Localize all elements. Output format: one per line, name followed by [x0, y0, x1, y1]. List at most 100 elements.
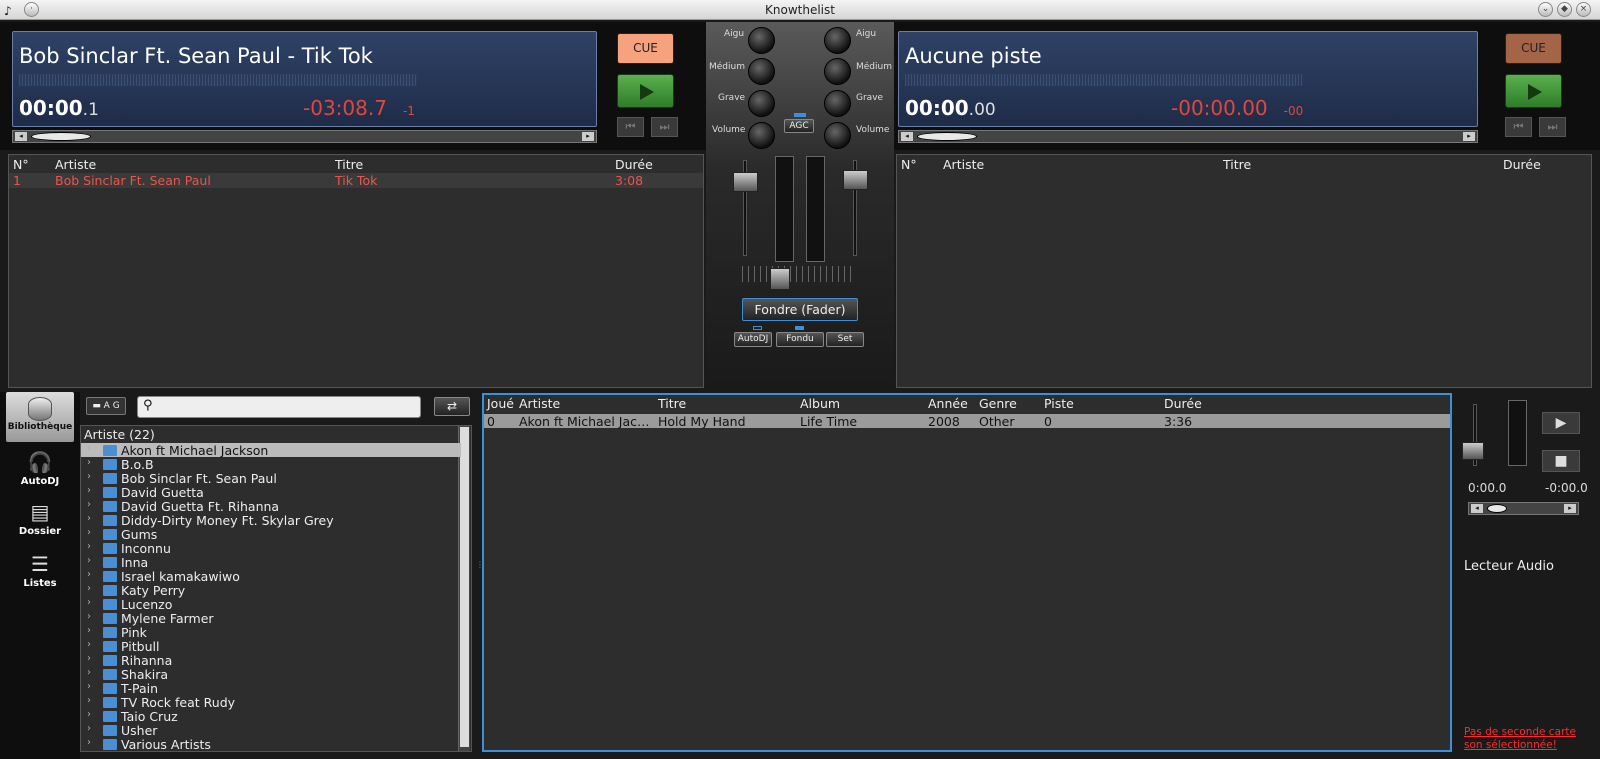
tree-item[interactable]: › Bob Sinclar Ft. Sean Paul: [81, 471, 461, 486]
left-medium-knob[interactable]: [748, 58, 775, 85]
tree-header[interactable]: Artiste (22): [84, 427, 155, 442]
col-title[interactable]: Titre: [1223, 157, 1251, 172]
expand-arrow-icon[interactable]: ›: [87, 723, 91, 734]
seek-right-arrow[interactable]: ▸: [1463, 132, 1475, 141]
col-no[interactable]: N°: [901, 157, 917, 172]
fader-button[interactable]: Fondre (Fader): [742, 298, 858, 321]
deck-right-next-button[interactable]: ⏭: [1539, 117, 1566, 137]
col-duration[interactable]: Durée: [1164, 396, 1202, 411]
preview-warning[interactable]: Pas de seconde carte son sélectionnée!: [1464, 726, 1594, 752]
expand-arrow-icon[interactable]: ›: [87, 639, 91, 650]
tree-item[interactable]: › Rihanna: [81, 653, 461, 668]
tree-item[interactable]: › T-Pain: [81, 681, 461, 696]
deck-left-playlist[interactable]: N° Artiste Titre Durée 1 Bob Sinclar Ft.…: [8, 154, 704, 388]
tree-item[interactable]: › Mylene Farmer: [81, 611, 461, 626]
search-input[interactable]: [160, 399, 415, 415]
seek-left-arrow[interactable]: ◂: [15, 132, 27, 141]
close-button[interactable]: ×: [1576, 2, 1591, 17]
tree-item[interactable]: › Taio Cruz: [81, 709, 461, 724]
deck-right-waveform[interactable]: [905, 74, 1303, 86]
seek-left-arrow[interactable]: ◂: [901, 132, 913, 141]
expand-arrow-icon[interactable]: ›: [87, 597, 91, 608]
col-artist[interactable]: Artiste: [943, 157, 984, 172]
right-volume-slider[interactable]: [843, 170, 868, 190]
tree-item[interactable]: › David Guetta: [81, 485, 461, 500]
sidebar-item-library[interactable]: Bibliothèque: [6, 392, 74, 442]
splitter-handle[interactable]: ⋮: [476, 560, 484, 574]
deck-left-seekbar[interactable]: ◂ ▸: [12, 130, 597, 143]
preview-stop-button[interactable]: ■: [1542, 450, 1580, 472]
deck-left-prev-button[interactable]: ⏮: [617, 117, 644, 137]
tree-item[interactable]: › TV Rock feat Rudy: [81, 695, 461, 710]
col-genre[interactable]: Genre: [979, 396, 1017, 411]
col-year[interactable]: Année: [928, 396, 968, 411]
sidebar-item-folder[interactable]: ▤ Dossier: [0, 500, 80, 537]
tree-item[interactable]: › David Guetta Ft. Rihanna: [81, 499, 461, 514]
left-grave-knob[interactable]: [748, 90, 775, 117]
minimize-button[interactable]: ⌄: [1538, 2, 1553, 17]
tree-item[interactable]: › Diddy-Dirty Money Ft. Skylar Grey: [81, 513, 461, 528]
sidebar-item-lists[interactable]: ☰ Listes: [0, 552, 80, 589]
tree-item[interactable]: › Lucenzo: [81, 597, 461, 612]
expand-arrow-icon[interactable]: ›: [87, 541, 91, 552]
deck-right-prev-button[interactable]: ⏮: [1505, 117, 1532, 137]
expand-arrow-icon[interactable]: ›: [87, 625, 91, 636]
shuffle-button[interactable]: ⇄: [434, 397, 470, 416]
expand-arrow-icon[interactable]: ›: [87, 513, 91, 524]
window-menu-button[interactable]: ·: [24, 2, 39, 17]
right-volume-knob[interactable]: [824, 122, 851, 149]
expand-arrow-icon[interactable]: ›: [87, 695, 91, 706]
seek-handle[interactable]: [1487, 504, 1507, 513]
deck-left-play-button[interactable]: [617, 74, 674, 108]
fondu-button[interactable]: Fondu: [776, 332, 824, 347]
expand-arrow-icon[interactable]: ›: [87, 499, 91, 510]
tree-item[interactable]: › Usher: [81, 723, 461, 738]
expand-arrow-icon[interactable]: ›: [87, 611, 91, 622]
expand-arrow-icon[interactable]: ›: [87, 555, 91, 566]
col-duration[interactable]: Durée: [1503, 157, 1541, 172]
set-button[interactable]: Set: [826, 332, 864, 347]
deck-left-next-button[interactable]: ⏭: [651, 117, 678, 137]
tree-item[interactable]: › Akon ft Michael Jackson: [81, 443, 461, 458]
deck-right-play-button[interactable]: [1505, 74, 1562, 108]
right-aigu-knob[interactable]: [824, 27, 851, 54]
tree-item[interactable]: › Various Artists: [81, 737, 461, 751]
deck-right-cue-button[interactable]: CUE: [1505, 33, 1562, 64]
table-row[interactable]: 0 Akon ft Michael Jac… Hold My Hand Life…: [484, 414, 1450, 429]
right-grave-knob[interactable]: [824, 90, 851, 117]
col-duration[interactable]: Durée: [615, 157, 653, 172]
tree-item[interactable]: › Katy Perry: [81, 583, 461, 598]
expand-arrow-icon[interactable]: ›: [87, 681, 91, 692]
agc-button[interactable]: AGC: [784, 119, 814, 133]
library-table[interactable]: Joué Artiste Titre Album Année Genre Pis…: [482, 393, 1452, 752]
col-track[interactable]: Piste: [1044, 396, 1074, 411]
tree-item[interactable]: › Pink: [81, 625, 461, 640]
expand-arrow-icon[interactable]: ›: [87, 653, 91, 664]
search-box[interactable]: ⚲: [137, 396, 421, 418]
crossfader-track[interactable]: [742, 266, 856, 284]
tree-item[interactable]: › Inconnu: [81, 541, 461, 556]
col-artist[interactable]: Artiste: [519, 396, 560, 411]
col-album[interactable]: Album: [800, 396, 840, 411]
expand-arrow-icon[interactable]: ›: [87, 471, 91, 482]
left-volume-slider[interactable]: [733, 172, 758, 192]
seek-handle[interactable]: [917, 132, 977, 141]
expand-arrow-icon[interactable]: ›: [87, 485, 91, 496]
expand-arrow-icon[interactable]: ›: [87, 569, 91, 580]
grouping-toggle[interactable]: ▬ A G: [86, 397, 126, 415]
col-artist[interactable]: Artiste: [55, 157, 96, 172]
col-title[interactable]: Titre: [658, 396, 686, 411]
deck-left-waveform[interactable]: [19, 74, 417, 86]
deck-right-playlist[interactable]: N° Artiste Titre Durée: [896, 154, 1592, 388]
left-aigu-knob[interactable]: [748, 27, 775, 54]
tree-item[interactable]: › Pitbull: [81, 639, 461, 654]
preview-play-button[interactable]: ▶: [1542, 412, 1580, 434]
tree-item[interactable]: › B.o.B: [81, 457, 461, 472]
seek-handle[interactable]: [31, 132, 91, 141]
preview-volume-slider[interactable]: [1462, 442, 1484, 460]
expand-arrow-icon[interactable]: ›: [87, 527, 91, 538]
playlist-row[interactable]: 1 Bob Sinclar Ft. Sean Paul Tik Tok 3:08: [9, 173, 703, 188]
autodj-button[interactable]: AutoDJ: [734, 332, 772, 347]
expand-arrow-icon[interactable]: ›: [87, 583, 91, 594]
right-medium-knob[interactable]: [824, 58, 851, 85]
